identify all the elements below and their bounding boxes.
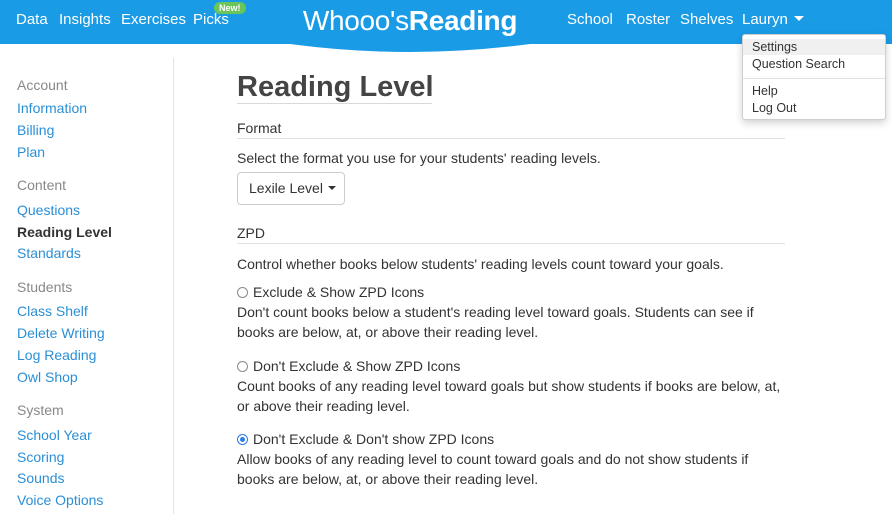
nav-school[interactable]: School	[567, 11, 613, 29]
reading-level-format-select[interactable]: Lexile Level	[237, 172, 345, 205]
chevron-down-icon	[793, 16, 804, 22]
chevron-down-icon	[327, 185, 336, 190]
radio-button[interactable]	[237, 287, 248, 298]
nav-roster[interactable]: Roster	[626, 11, 670, 29]
sidebar-heading-account: Account	[17, 77, 68, 93]
menu-item-question-search[interactable]: Question Search	[743, 56, 885, 72]
new-badge: New!	[214, 2, 246, 14]
sidebar-item-billing[interactable]: Billing	[17, 121, 54, 139]
nav-data[interactable]: Data	[16, 11, 48, 29]
menu-item-settings[interactable]: Settings	[743, 39, 885, 55]
sidebar-item-class-shelf[interactable]: Class Shelf	[17, 302, 88, 320]
format-heading: Format	[237, 120, 282, 136]
zpd-option-description: Count books of any reading level toward …	[237, 378, 781, 414]
sidebar-item-scoring[interactable]: Scoring	[17, 448, 64, 466]
zpd-heading: ZPD	[237, 225, 265, 241]
menu-divider	[743, 78, 885, 79]
page-title: Reading Level	[237, 71, 434, 103]
logo-text-part2: Reading	[408, 5, 518, 36]
sidebar-item-delete-writing[interactable]: Delete Writing	[17, 324, 105, 342]
sidebar-item-sounds[interactable]: Sounds	[17, 469, 64, 487]
format-select-value: Lexile Level	[249, 180, 323, 196]
format-description: Select the format you use for your stude…	[237, 150, 601, 166]
logo-text-part1: Whooo's	[302, 5, 409, 36]
whooos-reading-logo[interactable]: Whooo'sReading	[290, 0, 530, 56]
menu-item-help[interactable]: Help	[743, 83, 885, 99]
sidebar-item-standards[interactable]: Standards	[17, 244, 81, 262]
zpd-option-description: Allow books of any reading level to coun…	[237, 451, 749, 487]
logo-text: Whooo'sReading	[290, 6, 530, 36]
zpd-option-label: Exclude & Show ZPD Icons	[253, 284, 425, 300]
sidebar-item-reading-level[interactable]: Reading Level	[17, 223, 112, 241]
sidebar-item-log-reading[interactable]: Log Reading	[17, 346, 96, 364]
zpd-description: Control whether books below students' re…	[237, 256, 724, 272]
radio-button-selected[interactable]	[237, 434, 248, 445]
user-dropdown-menu: Settings Question Search Help Log Out	[742, 34, 886, 120]
sidebar-heading-content: Content	[17, 177, 67, 193]
sidebar-item-information[interactable]: Information	[17, 99, 87, 117]
zpd-option-label: Don't Exclude & Don't show ZPD Icons	[253, 431, 495, 447]
zpd-option-label: Don't Exclude & Show ZPD Icons	[253, 358, 461, 374]
sidebar-heading-students: Students	[17, 279, 73, 295]
radio-button[interactable]	[237, 361, 248, 372]
zpd-divider	[237, 243, 785, 244]
sidebar-item-voice-options[interactable]: Voice Options	[17, 491, 103, 509]
menu-item-log-out[interactable]: Log Out	[743, 100, 885, 116]
format-divider	[237, 138, 785, 139]
user-name: Lauryn	[742, 11, 788, 28]
nav-exercises[interactable]: Exercises	[121, 11, 186, 29]
sidebar-item-school-year[interactable]: School Year	[17, 426, 92, 444]
nav-shelves[interactable]: Shelves	[680, 11, 733, 29]
title-underline	[237, 103, 432, 104]
sidebar-item-questions[interactable]: Questions	[17, 201, 80, 219]
nav-insights[interactable]: Insights	[59, 11, 111, 29]
sidebar-item-plan[interactable]: Plan	[17, 143, 45, 161]
sidebar-item-owl-shop[interactable]: Owl Shop	[17, 368, 78, 386]
zpd-option-description: Don't count books below a student's read…	[237, 304, 754, 340]
user-menu-toggle[interactable]: Lauryn	[742, 11, 804, 29]
sidebar-heading-system: System	[17, 402, 64, 418]
